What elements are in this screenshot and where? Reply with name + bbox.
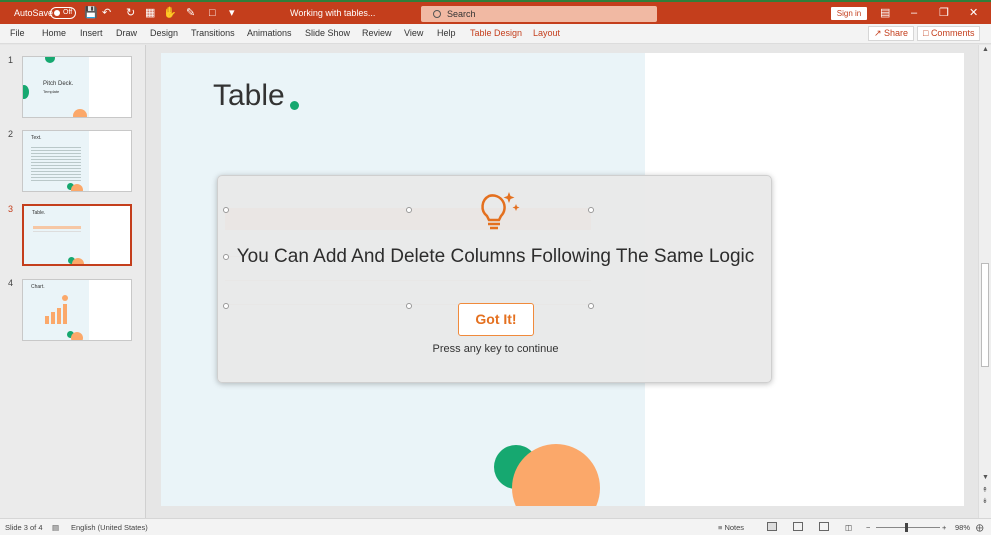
title-accent-dot xyxy=(290,101,299,110)
redo-icon[interactable]: ↻ xyxy=(126,6,135,20)
selection-handle[interactable] xyxy=(588,207,594,213)
thumbnail-table xyxy=(33,226,81,229)
slide-thumbnail-1[interactable]: Pitch Deck. Template xyxy=(22,56,132,118)
touch-mode-icon[interactable]: ✋ xyxy=(163,6,177,20)
thumbnail-title: Text. xyxy=(31,135,42,141)
sign-in-button[interactable]: Sign in xyxy=(831,7,867,20)
search-box[interactable]: Search xyxy=(421,6,657,22)
share-button[interactable]: ↗ Share xyxy=(868,26,915,41)
slide-title[interactable]: Table xyxy=(213,79,285,113)
lightbulb-icon xyxy=(481,192,520,230)
tutorial-dialog: You Can Add And Delete Columns Following… xyxy=(217,175,772,383)
thumbnail-title: Chart. xyxy=(31,284,45,290)
tab-transitions[interactable]: Transitions xyxy=(191,28,235,38)
fit-to-window-icon[interactable]: ⨁ xyxy=(976,523,984,532)
slide-thumbnail-2[interactable]: Text. xyxy=(22,130,132,192)
share-label: Share xyxy=(884,28,909,38)
dialog-hint: Press any key to continue xyxy=(432,343,559,355)
thumbnail-text-lines xyxy=(31,145,81,183)
thumbnail-table-row xyxy=(33,231,81,232)
share-icon: ↗ xyxy=(874,28,885,38)
zoom-slider[interactable] xyxy=(876,527,940,528)
title-bar: AutoSave Off 💾 ↶ ↻ ▦ ✋ ✎ □ ▾ Working wit… xyxy=(0,0,991,24)
thumbnail-title: Pitch Deck. xyxy=(43,81,74,87)
tab-animations[interactable]: Animations xyxy=(247,28,292,38)
slide-number: 2 xyxy=(8,129,14,139)
thumbnail-subtitle: Template xyxy=(43,89,60,94)
tab-layout[interactable]: Layout xyxy=(533,28,560,38)
zoom-level[interactable]: 98% xyxy=(955,523,970,532)
slide-number: 3 xyxy=(8,204,14,214)
comment-icon: □ xyxy=(923,28,931,38)
slide-number: 1 xyxy=(8,55,14,65)
tab-slide-show[interactable]: Slide Show xyxy=(305,28,350,38)
reading-view-icon[interactable] xyxy=(819,522,829,531)
tab-help[interactable]: Help xyxy=(437,28,456,38)
thumbnail-background xyxy=(23,57,89,117)
slide-thumbnail-3[interactable]: Table. xyxy=(22,204,132,266)
notes-label: Notes xyxy=(724,523,745,532)
orange-circle xyxy=(71,332,83,340)
orange-circle xyxy=(73,109,87,117)
orange-circle xyxy=(72,258,84,264)
scroll-up-icon[interactable]: ▲ xyxy=(982,46,989,53)
slide-position: Slide 3 of 4 xyxy=(5,523,43,532)
tab-draw[interactable]: Draw xyxy=(116,28,137,38)
orange-circle xyxy=(71,184,83,191)
ribbon-tabs: File Home Insert Draw Design Transitions… xyxy=(0,24,991,44)
draw-icon[interactable]: ✎ xyxy=(186,6,195,20)
close-icon[interactable]: ✕ xyxy=(969,6,978,20)
vertical-scrollbar[interactable]: ▲ ▼ ↟ ↡ xyxy=(978,45,991,518)
present-icon[interactable]: ▦ xyxy=(145,6,155,20)
got-it-button[interactable]: Got It! xyxy=(458,303,534,336)
tab-view[interactable]: View xyxy=(404,28,423,38)
comments-label: Comments xyxy=(930,28,975,38)
thumbnail-chart-icon xyxy=(45,295,68,324)
zoom-in-icon[interactable]: + xyxy=(942,523,946,532)
scroll-down-icon[interactable]: ▼ xyxy=(982,474,989,481)
search-icon xyxy=(433,10,441,18)
save-icon[interactable]: 💾 xyxy=(84,6,98,20)
tab-file[interactable]: File xyxy=(10,28,25,38)
status-bar: Slide 3 of 4 ▤ English (United States) ≡… xyxy=(0,518,991,535)
spellcheck-icon[interactable]: ▤ xyxy=(52,523,59,532)
search-placeholder: Search xyxy=(447,9,476,19)
comments-button[interactable]: □ Comments xyxy=(917,26,981,41)
slideshow-icon[interactable]: ◫ xyxy=(845,523,852,532)
undo-icon[interactable]: ↶ xyxy=(102,6,111,20)
tab-insert[interactable]: Insert xyxy=(80,28,103,38)
slide-thumbnail-4[interactable]: Chart. xyxy=(22,279,132,341)
next-slide-icon[interactable]: ↡ xyxy=(982,497,988,505)
selection-handle[interactable] xyxy=(223,303,229,309)
minimize-icon[interactable]: – xyxy=(911,6,917,20)
document-title[interactable]: Working with tables... xyxy=(290,8,375,18)
tab-design[interactable]: Design xyxy=(150,28,178,38)
notes-button[interactable]: ≡ Notes xyxy=(718,523,744,532)
ribbon-display-icon[interactable]: ▤ xyxy=(880,6,890,20)
restore-icon[interactable]: ❐ xyxy=(939,6,949,20)
autosave-label: AutoSave xyxy=(14,8,54,18)
normal-view-icon[interactable] xyxy=(767,522,777,531)
autosave-toggle[interactable]: Off xyxy=(50,7,76,19)
tab-table-design[interactable]: Table Design xyxy=(470,28,522,38)
customize-qat-icon[interactable]: ▾ xyxy=(229,6,235,20)
shape-icon[interactable]: □ xyxy=(209,6,216,20)
selection-handle[interactable] xyxy=(223,207,229,213)
selection-handle[interactable] xyxy=(406,207,412,213)
dialog-message: You Can Add And Delete Columns Following… xyxy=(236,246,755,267)
selection-handle[interactable] xyxy=(588,303,594,309)
thumbnail-title: Table. xyxy=(32,210,46,216)
scroll-thumb[interactable] xyxy=(981,263,989,367)
zoom-out-icon[interactable]: − xyxy=(866,523,870,532)
previous-slide-icon[interactable]: ↟ xyxy=(982,486,988,494)
slide-sorter-icon[interactable] xyxy=(793,522,803,531)
selection-handle[interactable] xyxy=(406,303,412,309)
tab-review[interactable]: Review xyxy=(362,28,392,38)
slide-number: 4 xyxy=(8,278,14,288)
zoom-slider-knob[interactable] xyxy=(905,523,908,532)
language-indicator[interactable]: English (United States) xyxy=(71,523,148,532)
tab-home[interactable]: Home xyxy=(42,28,66,38)
slide-thumbnail-panel: 1 Pitch Deck. Template 2 Text. 3 Table. … xyxy=(0,45,146,518)
